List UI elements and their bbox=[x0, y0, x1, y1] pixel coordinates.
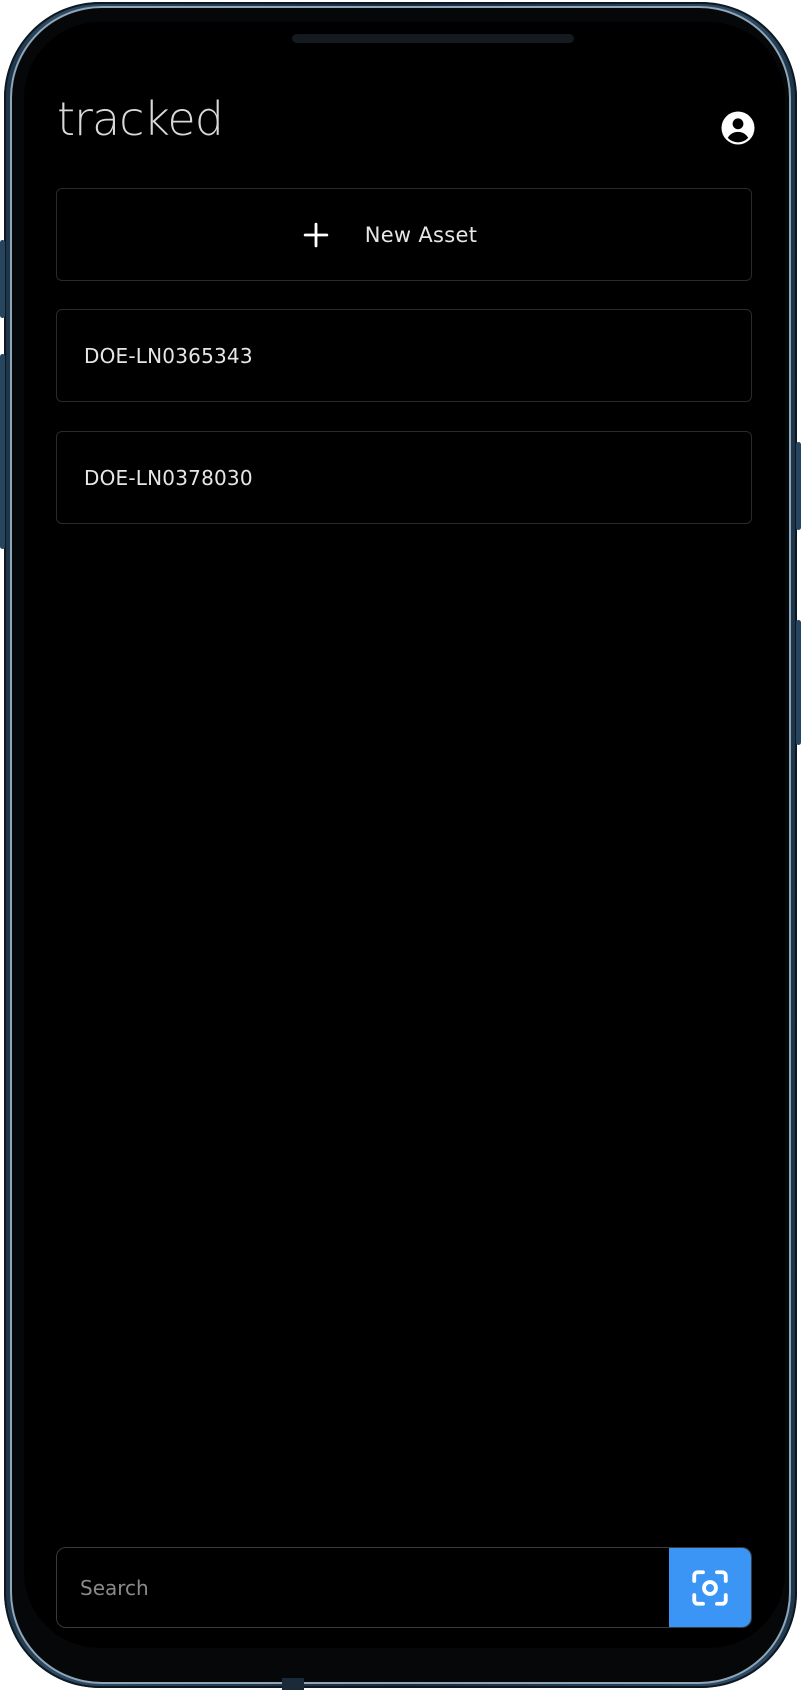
phone-side-button bbox=[796, 442, 801, 530]
app-screen: tracked New Asset DOE-LN0365343 DOE-LN03… bbox=[24, 22, 785, 1648]
asset-list-item[interactable]: DOE-LN0378030 bbox=[56, 431, 752, 524]
asset-list-item[interactable]: DOE-LN0365343 bbox=[56, 309, 752, 402]
new-asset-label: New Asset bbox=[364, 222, 478, 247]
profile-button[interactable] bbox=[720, 110, 756, 146]
phone-side-button bbox=[0, 354, 5, 549]
scan-icon bbox=[692, 1569, 728, 1606]
app-title: tracked bbox=[57, 92, 224, 146]
scan-button[interactable] bbox=[669, 1548, 751, 1627]
search-input[interactable] bbox=[57, 1548, 669, 1627]
asset-id: DOE-LN0378030 bbox=[84, 465, 253, 490]
search-bar bbox=[56, 1547, 752, 1628]
phone-frame: tracked New Asset DOE-LN0365343 DOE-LN03… bbox=[0, 2, 801, 1690]
phone-side-button bbox=[0, 240, 5, 318]
phone-speaker bbox=[292, 34, 574, 43]
new-asset-button[interactable]: New Asset bbox=[56, 188, 752, 281]
phone-bottom-port bbox=[282, 1678, 304, 1690]
phone-side-button bbox=[796, 620, 801, 745]
plus-icon bbox=[303, 222, 328, 247]
account-circle-icon bbox=[721, 111, 755, 145]
asset-id: DOE-LN0365343 bbox=[84, 343, 253, 368]
